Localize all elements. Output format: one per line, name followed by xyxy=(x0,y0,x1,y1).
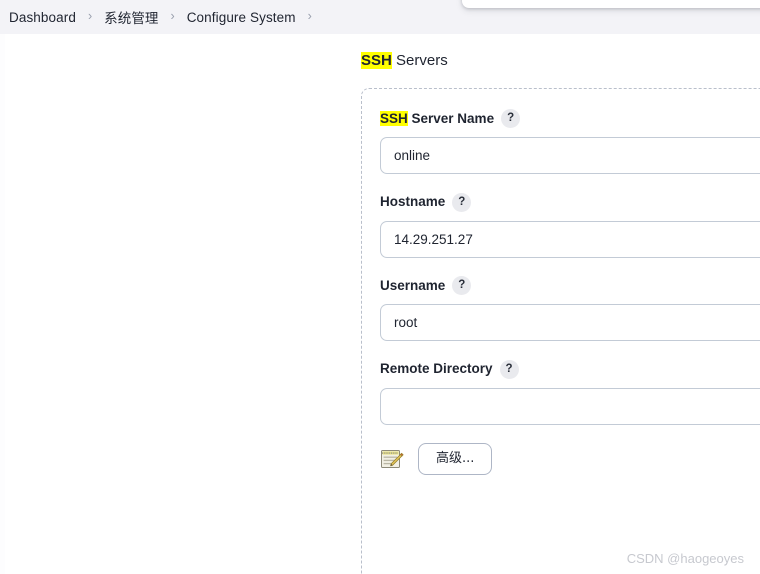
help-icon-username[interactable]: ? xyxy=(452,276,472,296)
watermark: CSDN @haogeoyes xyxy=(626,551,744,566)
label-text-remote-directory: Remote Directory xyxy=(380,361,493,377)
breadcrumb-item-dashboard[interactable]: Dashboard xyxy=(9,10,76,25)
help-icon-ssh-server-name[interactable]: ? xyxy=(501,109,521,129)
breadcrumb-separator-icon: › xyxy=(87,8,93,23)
floating-panel-top-right xyxy=(462,0,760,8)
label-text-ssh-server-name: Server Name xyxy=(407,111,495,126)
label-ssh-server-name: SSH Server Name? xyxy=(380,109,530,129)
field-ssh-server-name: SSH Server Name? xyxy=(380,109,760,175)
main-content: SSH Servers SSH Server Name? Hostname? U… xyxy=(0,34,760,574)
label-highlight-ssh: SSH xyxy=(380,111,408,126)
field-username: Username? xyxy=(380,276,760,342)
section-heading-rest: Servers xyxy=(391,52,448,69)
breadcrumb-separator-icon: › xyxy=(307,8,312,23)
left-rail xyxy=(0,34,5,574)
field-hostname: Hostname? xyxy=(380,192,760,258)
entry-button-row: 高级... xyxy=(380,442,760,475)
label-text-username: Username xyxy=(380,277,446,293)
notepad-pencil-icon[interactable] xyxy=(380,447,404,471)
input-ssh-server-name[interactable] xyxy=(380,137,760,175)
app-screen: Dashboard › 系统管理 › Configure System › SS… xyxy=(0,0,760,574)
breadcrumb-item-configure-system[interactable]: Configure System xyxy=(187,10,296,25)
ssh-server-entry-block: SSH Server Name? Hostname? Username? Rem… xyxy=(361,88,760,574)
breadcrumb-separator-icon: › xyxy=(170,8,175,23)
input-username[interactable] xyxy=(380,304,760,342)
section-heading-highlight: SSH xyxy=(361,52,392,69)
field-remote-directory: Remote Directory? xyxy=(380,359,760,425)
input-remote-directory[interactable] xyxy=(380,387,760,425)
label-remote-directory: Remote Directory? xyxy=(380,359,640,379)
input-hostname[interactable] xyxy=(380,220,760,258)
help-icon-hostname[interactable]: ? xyxy=(452,192,472,212)
advanced-button[interactable]: 高级... xyxy=(418,442,493,475)
section-heading-ssh-servers: SSH Servers xyxy=(361,52,448,69)
label-username: Username? xyxy=(380,276,640,296)
label-hostname: Hostname? xyxy=(380,192,640,212)
help-icon-remote-directory[interactable]: ? xyxy=(499,359,519,379)
label-text-hostname: Hostname xyxy=(380,194,446,210)
breadcrumb-item-system-management[interactable]: 系统管理 xyxy=(104,7,158,27)
